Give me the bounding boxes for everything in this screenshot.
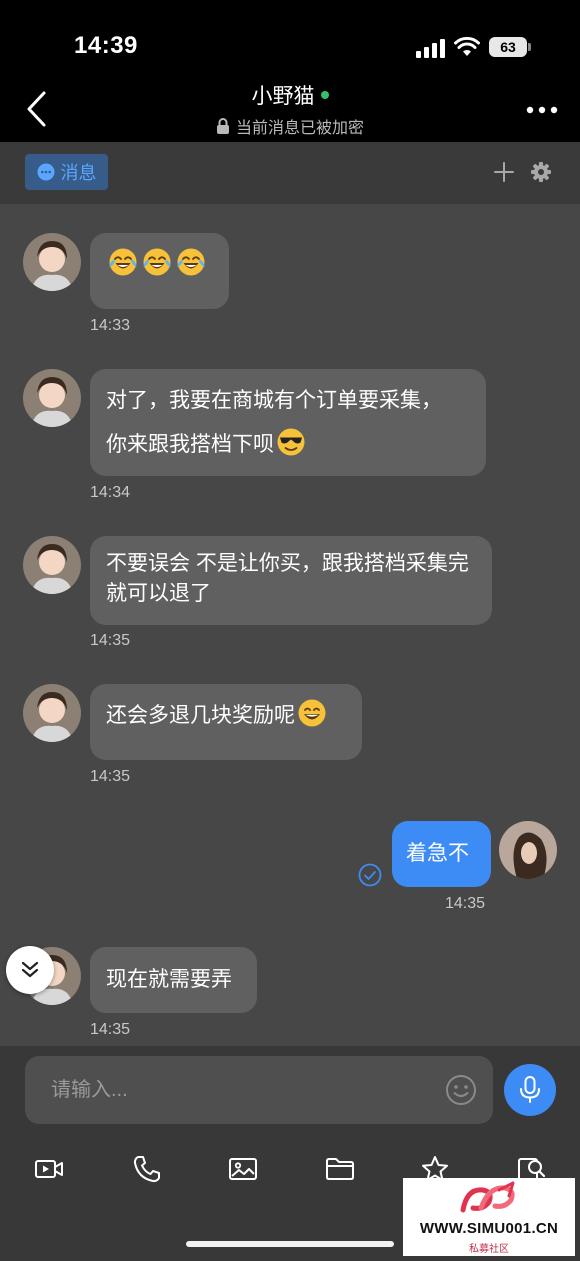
contact-avatar[interactable] bbox=[23, 233, 81, 291]
message-time: 14:35 bbox=[445, 895, 486, 912]
message-text: 现在就需要弄 bbox=[106, 968, 232, 991]
message-time: 14:35 bbox=[90, 768, 131, 785]
message-time: 14:33 bbox=[90, 317, 131, 334]
message-time: 14:35 bbox=[90, 632, 131, 649]
message-text: 不要误会 不是让你买，跟我搭档采集完就可以退了 bbox=[106, 552, 469, 605]
my-avatar[interactable] bbox=[499, 821, 557, 879]
watermark-logo bbox=[460, 1181, 515, 1213]
watermark-subtitle: 私募社区 bbox=[469, 1244, 509, 1255]
encryption-text: 当前消息已被加密 bbox=[235, 120, 364, 137]
scroll-to-bottom-button[interactable] bbox=[6, 946, 54, 994]
plus-icon[interactable] bbox=[494, 162, 514, 182]
encryption-notice: 当前消息已被加密 bbox=[0, 114, 580, 139]
message-bubble[interactable] bbox=[90, 233, 229, 309]
contact-name: 小野猫 bbox=[251, 85, 315, 108]
contact-avatar[interactable] bbox=[23, 536, 81, 594]
message-bubble[interactable]: 不要误会 不是让你买，跟我搭档采集完就可以退了 bbox=[90, 536, 492, 625]
contact-avatar[interactable] bbox=[23, 684, 81, 742]
tears-of-joy-emoji bbox=[142, 247, 172, 277]
contact-name-row[interactable]: 小野猫 bbox=[0, 80, 580, 110]
gear-icon[interactable] bbox=[531, 162, 551, 182]
message-list[interactable]: 14:33 对了，我要在商城有个订单要采集， 你来跟我搭档下呗 14:34 不要… bbox=[0, 204, 580, 1046]
chat-bubble-icon bbox=[37, 163, 54, 181]
message-bubble[interactable]: 还会多退几块奖励呢 bbox=[90, 684, 362, 760]
phone-icon[interactable] bbox=[132, 1154, 162, 1184]
tears-of-joy-emoji bbox=[176, 247, 206, 277]
message-bubble-outgoing[interactable]: 着急不 bbox=[392, 821, 491, 887]
tab-messages-label: 消息 bbox=[60, 163, 97, 183]
sunglasses-emoji bbox=[276, 427, 306, 457]
read-check-icon bbox=[358, 863, 382, 887]
signal-icon bbox=[416, 39, 445, 58]
grinning-emoji bbox=[297, 698, 327, 728]
battery-level: 63 bbox=[489, 37, 527, 57]
lock-icon bbox=[216, 118, 229, 134]
double-chevron-down-icon bbox=[21, 961, 39, 978]
voice-button[interactable] bbox=[504, 1064, 556, 1116]
image-icon[interactable] bbox=[228, 1154, 258, 1184]
message-text: 还会多退几块奖励呢 bbox=[106, 704, 295, 727]
tab-messages[interactable]: 消息 bbox=[25, 154, 108, 190]
message-input[interactable] bbox=[51, 1070, 451, 1110]
wifi-icon bbox=[454, 36, 480, 56]
message-bubble[interactable]: 现在就需要弄 bbox=[90, 947, 257, 1013]
message-time: 14:34 bbox=[90, 484, 131, 501]
video-icon[interactable] bbox=[34, 1154, 64, 1184]
tears-of-joy-emoji bbox=[108, 247, 138, 277]
online-status-dot bbox=[320, 91, 329, 99]
watermark: WWW.SIMU001.CN 私募社区 bbox=[403, 1178, 575, 1256]
message-text: 你来跟我搭档下呗 bbox=[106, 433, 274, 456]
microphone-icon bbox=[520, 1076, 540, 1103]
home-indicator bbox=[186, 1241, 394, 1247]
status-time: 14:39 bbox=[74, 32, 138, 59]
contact-avatar[interactable] bbox=[23, 369, 81, 427]
message-text: 对了，我要在商城有个订单要采集， bbox=[106, 389, 442, 412]
tab-bar: 消息 bbox=[0, 142, 580, 204]
battery-icon: 63 bbox=[489, 37, 531, 57]
message-bubble[interactable]: 对了，我要在商城有个订单要采集， 你来跟我搭档下呗 bbox=[90, 369, 486, 476]
status-bar: 14:39 63 bbox=[0, 0, 580, 80]
chat-header: 小野猫 当前消息已被加密 bbox=[0, 80, 580, 142]
watermark-url: WWW.SIMU001.CN bbox=[419, 1220, 559, 1237]
message-input-box[interactable] bbox=[25, 1056, 493, 1124]
more-options-icon[interactable] bbox=[526, 106, 558, 114]
emoji-picker-icon[interactable] bbox=[445, 1074, 477, 1106]
folder-icon[interactable] bbox=[325, 1154, 355, 1184]
message-time: 14:35 bbox=[90, 1021, 131, 1038]
message-text: 着急不 bbox=[406, 842, 469, 865]
